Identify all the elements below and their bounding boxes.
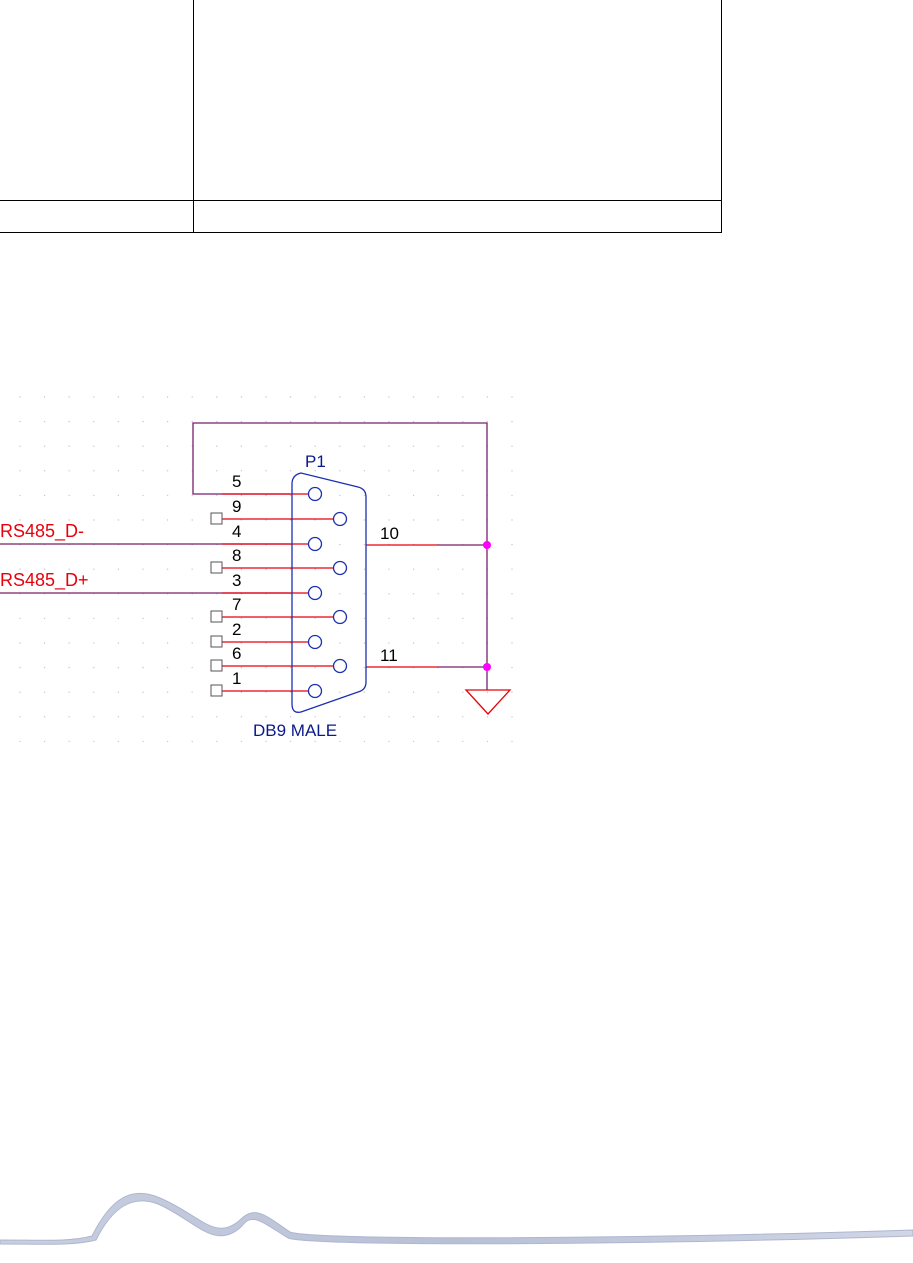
pin-number: 6 [232,644,241,663]
pin-number: 2 [232,620,241,639]
part-reference: P1 [305,452,326,471]
table-cell [0,200,194,233]
pin-number: 5 [232,472,241,491]
table-row [0,200,722,233]
net-label-d-plus: RS485_D+ [0,570,89,591]
pin-number: 8 [232,546,241,565]
ground-icon [464,689,512,715]
table-cell [0,0,194,201]
footer-swoosh-logo [0,1193,913,1245]
schematic-grid [19,396,513,743]
part-name: DB9 MALE [253,721,337,740]
pin-number: 10 [380,524,399,543]
table-cell [193,0,722,201]
no-connect-markers [210,512,223,697]
pin-number: 1 [232,669,241,688]
pin-wires [222,493,437,692]
document-table [0,0,722,233]
pin-number: 11 [380,646,398,665]
pin-number: 7 [232,595,241,614]
pin-number: 3 [232,571,241,590]
rs485-db9-schematic: 5 9 4 8 3 7 2 6 1 10 11 P1 DB9 MALE RS48… [0,396,513,743]
table-cell [193,200,722,233]
junction-dot [483,541,491,549]
junction-dot [483,663,491,671]
pin-number: 9 [232,497,241,516]
table-row [0,0,722,201]
net-label-d-minus: RS485_D- [0,521,84,542]
pin-number: 4 [232,522,241,541]
